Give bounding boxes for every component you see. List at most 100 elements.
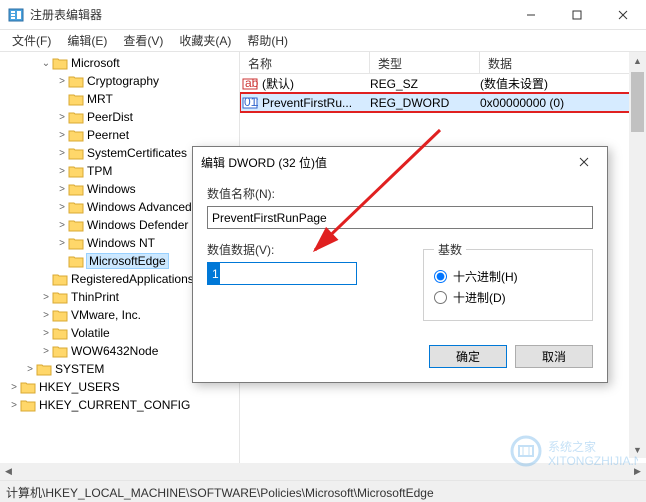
tree-item[interactable]: > PeerDist [0, 108, 239, 126]
radio-hex-label: 十六进制(H) [453, 268, 518, 285]
tree-item[interactable]: > Cryptography [0, 72, 239, 90]
radio-dec-label: 十进制(D) [453, 289, 506, 306]
base-legend: 基数 [434, 241, 466, 258]
folder-icon [52, 309, 68, 322]
expand-icon[interactable]: > [56, 238, 68, 249]
tree-item-label: PeerDist [87, 110, 133, 124]
tree-item[interactable]: MRT [0, 90, 239, 108]
expand-icon[interactable]: > [8, 382, 20, 393]
tree-item-label: Microsoft [71, 56, 120, 70]
tree-item-label: Peernet [87, 128, 129, 142]
folder-icon [52, 57, 68, 70]
tree-item-label: MicrosoftEdge [87, 254, 168, 268]
folder-icon [52, 273, 68, 286]
tree-item-label: Windows NT [87, 236, 155, 250]
expand-icon[interactable]: > [56, 220, 68, 231]
cell-data: 0x00000000 (0) [480, 96, 646, 110]
tree-item-label: SystemCertificates [87, 146, 187, 160]
svg-text:XITONGZHIJIA.NET: XITONGZHIJIA.NET [548, 454, 638, 468]
folder-icon [68, 219, 84, 232]
expand-icon[interactable]: > [24, 364, 36, 375]
tree-item[interactable]: > HKEY_CURRENT_CONFIG [0, 396, 239, 414]
expand-icon[interactable]: ⌄ [40, 58, 52, 69]
cell-name: PreventFirstRu... [260, 96, 370, 110]
menu-file[interactable]: 文件(F) [4, 30, 59, 51]
menubar: 文件(F) 编辑(E) 查看(V) 收藏夹(A) 帮助(H) [0, 30, 646, 52]
tree-item-label: RegisteredApplications [71, 272, 194, 286]
svg-text:系统之家: 系统之家 [548, 439, 596, 454]
menu-view[interactable]: 查看(V) [115, 30, 171, 51]
expand-icon[interactable]: > [40, 346, 52, 357]
tree-item-label: Volatile [71, 326, 110, 340]
window-title: 注册表编辑器 [30, 6, 508, 23]
tree-item-label: MRT [87, 92, 113, 106]
statusbar: 计算机\HKEY_LOCAL_MACHINE\SOFTWARE\Policies… [0, 480, 646, 502]
folder-icon [68, 201, 84, 214]
folder-icon [68, 129, 84, 142]
expand-icon[interactable]: > [56, 148, 68, 159]
cell-name: (默认) [260, 75, 370, 92]
list-header: 名称 类型 数据 [240, 52, 646, 74]
radio-hex[interactable]: 十六进制(H) [434, 268, 582, 285]
expand-icon[interactable]: > [40, 310, 52, 321]
tree-item-label: HKEY_USERS [39, 380, 120, 394]
col-data[interactable]: 数据 [480, 52, 646, 73]
dialog-title: 编辑 DWORD (32 位)值 [201, 154, 569, 171]
tree-item-label: HKEY_CURRENT_CONFIG [39, 398, 190, 412]
minimize-button[interactable] [508, 0, 554, 30]
col-type[interactable]: 类型 [370, 52, 480, 73]
titlebar: 注册表编辑器 [0, 0, 646, 30]
value-name-field[interactable] [207, 206, 593, 229]
list-row[interactable]: 011PreventFirstRu...REG_DWORD0x00000000 … [240, 93, 646, 112]
expand-icon[interactable]: > [40, 328, 52, 339]
expand-icon[interactable]: > [56, 112, 68, 123]
ok-button[interactable]: 确定 [429, 345, 507, 368]
expand-icon[interactable]: > [56, 76, 68, 87]
tree-item-label: Cryptography [87, 74, 159, 88]
radio-dec[interactable]: 十进制(D) [434, 289, 582, 306]
list-row[interactable]: ab(默认)REG_SZ(数值未设置) [240, 74, 646, 93]
folder-icon [68, 255, 84, 268]
maximize-button[interactable] [554, 0, 600, 30]
scroll-thumb[interactable] [631, 72, 644, 132]
expand-icon[interactable]: > [8, 400, 20, 411]
tree-item-label: SYSTEM [55, 362, 104, 376]
radio-dec-input[interactable] [434, 291, 447, 304]
folder-icon [68, 111, 84, 124]
vertical-scrollbar[interactable]: ▲ ▼ [629, 52, 646, 458]
folder-icon [20, 399, 36, 412]
close-button[interactable] [600, 0, 646, 30]
value-data-label: 数值数据(V): [207, 241, 409, 258]
regedit-icon [8, 7, 24, 23]
svg-text:ab: ab [245, 76, 258, 90]
menu-help[interactable]: 帮助(H) [239, 30, 296, 51]
base-fieldset: 基数 十六进制(H) 十进制(D) [423, 241, 593, 321]
radio-hex-input[interactable] [434, 270, 447, 283]
expand-icon[interactable]: > [56, 184, 68, 195]
tree-item[interactable]: ⌄ Microsoft [0, 54, 239, 72]
tree-item-label: Windows Advanced [87, 200, 192, 214]
menu-favorites[interactable]: 收藏夹(A) [171, 30, 239, 51]
tree-item-label: Windows Defender [87, 218, 188, 232]
col-name[interactable]: 名称 [240, 52, 370, 73]
expand-icon[interactable]: > [56, 202, 68, 213]
tree-item-label: TPM [87, 164, 112, 178]
string-value-icon: ab [240, 76, 260, 92]
folder-icon [68, 75, 84, 88]
watermark: 系统之家 XITONGZHIJIA.NET [508, 431, 638, 474]
expand-icon[interactable]: > [40, 292, 52, 303]
edit-dword-dialog: 编辑 DWORD (32 位)值 数值名称(N): 数值数据(V): 基数 十六… [192, 146, 608, 383]
svg-text:011: 011 [244, 95, 258, 109]
scroll-up-icon[interactable]: ▲ [629, 52, 646, 69]
expand-icon[interactable]: > [56, 166, 68, 177]
scroll-left-icon[interactable]: ◀ [0, 463, 17, 480]
cancel-button[interactable]: 取消 [515, 345, 593, 368]
tree-item-label: WOW6432Node [71, 344, 158, 358]
tree-item[interactable]: > Peernet [0, 126, 239, 144]
dialog-close-button[interactable] [569, 147, 599, 177]
dword-value-icon: 011 [240, 95, 260, 111]
menu-edit[interactable]: 编辑(E) [59, 30, 115, 51]
expand-icon[interactable]: > [56, 130, 68, 141]
value-data-field[interactable] [207, 262, 357, 285]
cell-data: (数值未设置) [480, 75, 646, 92]
